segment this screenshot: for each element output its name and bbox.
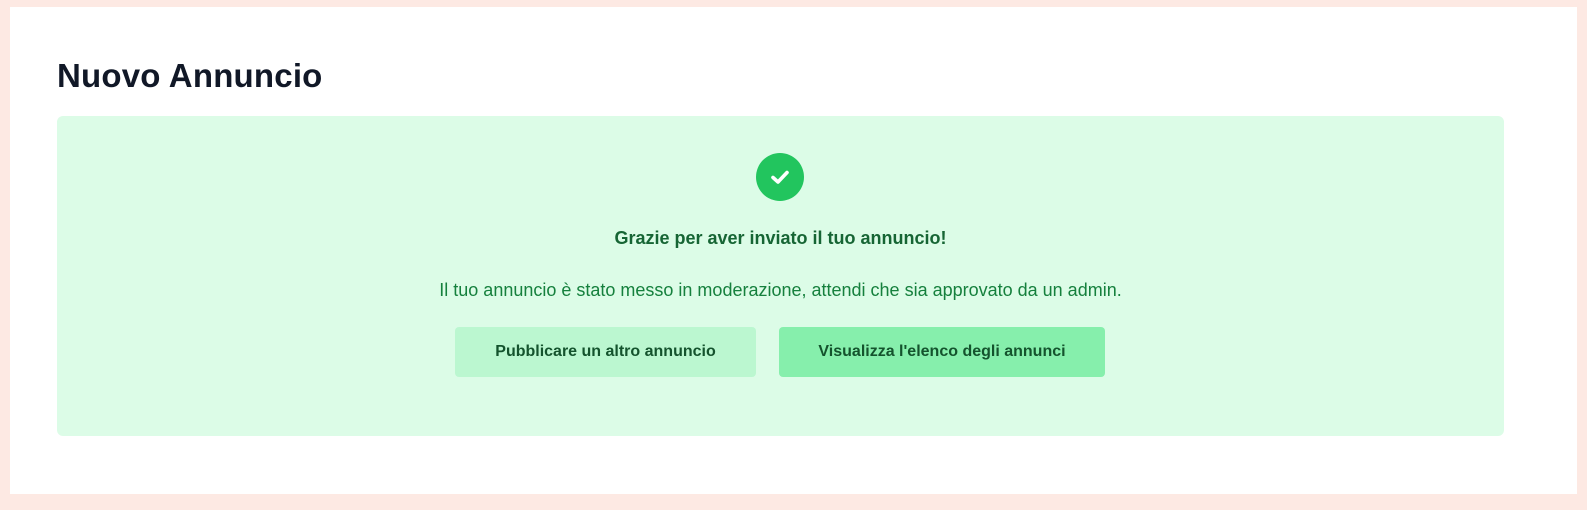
page-card: Nuovo Annuncio Grazie per aver inviato i…: [10, 7, 1577, 494]
success-message: Il tuo annuncio è stato messo in moderaz…: [439, 280, 1122, 300]
checkmark-icon: [771, 170, 789, 184]
check-circle-icon: [756, 153, 804, 201]
view-list-button[interactable]: Visualizza l'elenco degli annunci: [779, 327, 1105, 377]
action-buttons: Pubblicare un altro annuncio Visualizza …: [455, 327, 1105, 377]
success-heading: Grazie per aver inviato il tuo annuncio!: [614, 228, 947, 248]
publish-another-button[interactable]: Pubblicare un altro annuncio: [455, 327, 756, 377]
success-panel: Grazie per aver inviato il tuo annuncio!…: [57, 116, 1504, 436]
page-title: Nuovo Annuncio: [57, 57, 323, 94]
